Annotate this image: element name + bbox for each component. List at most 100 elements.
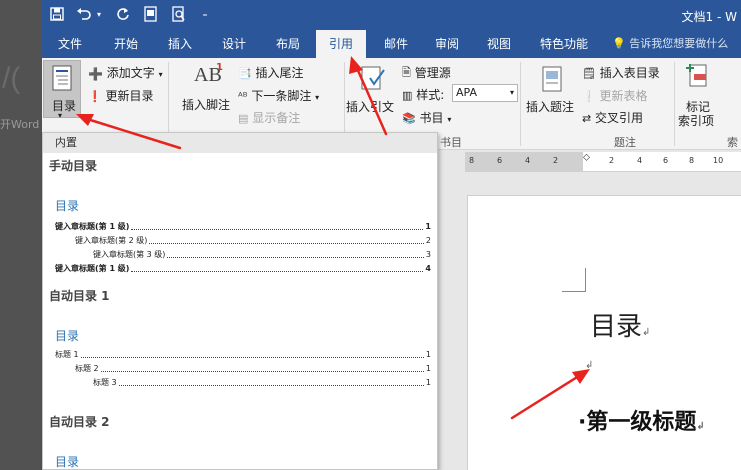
- caption-icon: [542, 66, 562, 92]
- tab-layout[interactable]: 布局: [268, 30, 308, 58]
- update-figures-table-button[interactable]: ❕ 更新表格: [582, 87, 648, 104]
- style-dropdown[interactable]: APA ▾: [452, 84, 518, 102]
- tell-me-text: 告诉我您想要做什么: [629, 37, 729, 50]
- citations-group-label: 书目: [440, 136, 462, 149]
- find-icon[interactable]: [170, 5, 188, 23]
- insert-citation-label: 插入引文: [346, 100, 395, 114]
- tab-view[interactable]: 视图: [479, 30, 519, 58]
- bibliography-button[interactable]: 📚 书目 ▾: [402, 109, 451, 126]
- ruler-indent-marker[interactable]: ⬦: [583, 152, 590, 163]
- tab-mailings[interactable]: 邮件: [376, 30, 416, 58]
- redo-icon[interactable]: [114, 5, 132, 23]
- mark-entry-label-2: 索引项: [678, 114, 715, 128]
- auto-toc-2-option[interactable]: 自动目录 2 目录: [43, 409, 437, 469]
- tab-references[interactable]: 引用: [316, 30, 366, 58]
- show-notes-button[interactable]: ▤ 显示备注: [238, 109, 300, 126]
- ruler-tick: 6: [663, 156, 669, 165]
- tab-file[interactable]: 文件: [50, 30, 90, 58]
- manual-toc-option[interactable]: 手动目录 目录 键入章标题(第 1 级) 1 键入章标题(第 2 级) 2 键入章标…: [43, 153, 437, 277]
- add-text-button[interactable]: ➕ 添加文字 ▾: [88, 64, 163, 81]
- insert-endnote-button[interactable]: 📑 插入尾注: [238, 64, 304, 81]
- next-footnote-icon: ᴬᴮ: [238, 90, 248, 103]
- style-dropdown-value: APA: [456, 86, 477, 99]
- auto-toc-1-name: 自动目录 1: [49, 289, 110, 303]
- auto-toc-1-title: 目录: [55, 329, 80, 343]
- table-of-contents-button[interactable]: 目录 ▾: [43, 60, 81, 120]
- undo-icon[interactable]: [74, 5, 94, 23]
- undo-dropdown-icon[interactable]: ▾: [94, 5, 104, 23]
- bibliography-label: 书目: [419, 111, 444, 125]
- insert-endnote-label: 插入尾注: [255, 66, 304, 80]
- title-bar: ▾ ₌ 文档1 - W: [42, 0, 741, 30]
- style-icon: ▥: [402, 89, 413, 102]
- toc-entry: 标题 21: [75, 363, 431, 375]
- update-table-button[interactable]: ❗ 更新目录: [88, 87, 154, 104]
- cross-reference-icon: ⇄: [582, 112, 592, 125]
- background-text-large: /(: [2, 62, 21, 95]
- show-notes-icon: ▤: [238, 112, 249, 125]
- bibliography-icon: 📚: [402, 112, 416, 125]
- add-text-icon: ➕: [88, 66, 103, 81]
- tab-review[interactable]: 审阅: [427, 30, 467, 58]
- tab-special-features[interactable]: 特色功能: [532, 30, 596, 58]
- manual-toc-title: 目录: [55, 199, 80, 213]
- ruler-tick: 8: [689, 156, 695, 165]
- tab-design[interactable]: 设计: [214, 30, 254, 58]
- ruler-tick: 4: [637, 156, 643, 165]
- tell-me-box[interactable]: 💡 告诉我您想要做什么: [612, 30, 728, 58]
- manage-sources-icon: 🗎: [402, 66, 411, 79]
- toc-entry: 键入章标题(第 1 级) 4: [55, 263, 431, 275]
- page-title-text: 目录: [590, 312, 643, 342]
- footnote-superscript-icon: 1: [216, 62, 223, 73]
- paragraph-mark-icon: ↲: [696, 421, 705, 432]
- citation-icon: [361, 66, 385, 90]
- toc-entry: 标题 11: [55, 349, 431, 361]
- table-of-figures-icon: 🗒: [582, 67, 596, 80]
- manage-sources-button[interactable]: 🗎 管理源: [402, 64, 451, 83]
- manage-sources-label: 管理源: [414, 66, 451, 80]
- next-footnote-label: 下一条脚注: [251, 89, 312, 103]
- table-of-contents-label: 目录: [52, 99, 77, 113]
- insert-table-of-figures-button[interactable]: 🗒 插入表目录: [582, 64, 660, 81]
- ruler-tick: 10: [713, 156, 724, 165]
- show-notes-label: 显示备注: [252, 111, 301, 125]
- ruler-tick: 8: [469, 156, 475, 165]
- table-of-contents-icon: [52, 65, 72, 91]
- insert-table-of-figures-label: 插入表目录: [599, 66, 660, 80]
- captions-group-label: 题注: [614, 136, 636, 149]
- document-title: 文档1 - W: [681, 10, 737, 24]
- horizontal-ruler: 8 6 4 2 ⬦ 2 4 6 8 10: [465, 152, 741, 172]
- page-heading-text: ·第一级标题: [578, 410, 697, 435]
- print-preview-icon[interactable]: [142, 5, 160, 23]
- toc-entry: 键入章标题(第 3 级) 3: [93, 249, 431, 261]
- chevron-down-icon: ▾: [158, 70, 163, 79]
- ruler-tick: 2: [553, 156, 559, 165]
- ruler-tick: 6: [497, 156, 503, 165]
- chevron-down-icon: ▾: [509, 88, 514, 97]
- insert-citation-button[interactable]: 插入引文: [346, 62, 400, 120]
- paragraph-mark-icon: ↲: [585, 360, 594, 371]
- background-window: /( 开Word: [0, 0, 42, 470]
- cross-reference-button[interactable]: ⇄ 交叉引用: [582, 109, 643, 126]
- separator: [520, 62, 521, 146]
- insert-footnote-button[interactable]: AB 1 插入脚注: [182, 62, 238, 118]
- insert-caption-button[interactable]: 插入题注: [526, 62, 580, 120]
- auto-toc-1-option[interactable]: 自动目录 1 目录 标题 11 标题 21 标题 31: [43, 283, 437, 395]
- chevron-down-icon: ▾: [58, 111, 63, 120]
- chevron-down-icon: ▾: [315, 93, 320, 102]
- next-footnote-button[interactable]: ᴬᴮ 下一条脚注 ▾: [238, 87, 319, 104]
- page-heading[interactable]: ·第一级标题↲: [578, 404, 705, 436]
- margin-crop-mark: [562, 268, 586, 292]
- tab-insert[interactable]: 插入: [160, 30, 200, 58]
- customize-toolbar-icon[interactable]: ₌: [200, 5, 210, 23]
- tab-home[interactable]: 开始: [106, 30, 146, 58]
- save-icon[interactable]: [48, 5, 66, 23]
- cross-reference-label: 交叉引用: [595, 111, 644, 125]
- insert-footnote-label: 插入脚注: [182, 98, 231, 112]
- document-page[interactable]: 目录↲ ↲ ·第一级标题↲: [467, 195, 741, 470]
- style-selector: ▥ 样式:: [402, 86, 444, 103]
- update-figures-table-label: 更新表格: [599, 89, 648, 103]
- page-title[interactable]: 目录↲: [590, 306, 650, 343]
- mark-entry-button[interactable]: 标记 索引项: [678, 60, 724, 128]
- chevron-down-icon: ▾: [447, 115, 452, 124]
